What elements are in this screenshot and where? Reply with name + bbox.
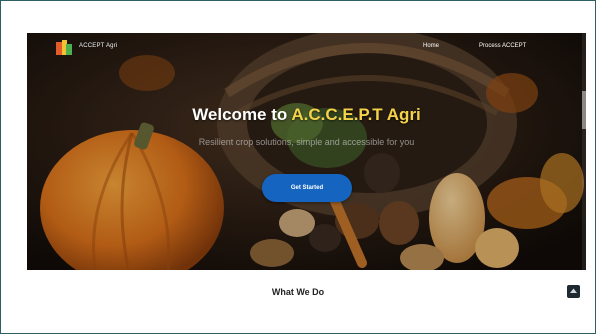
scrollbar-track[interactable] [582, 33, 586, 270]
back-to-top-button[interactable] [567, 285, 580, 298]
section-title-what-we-do: What We Do [271, 287, 325, 297]
top-navbar: ACCEPT Agri Home Process ACCEPT [27, 33, 586, 59]
nav-link-home[interactable]: Home [423, 43, 439, 49]
arrow-up-icon [570, 288, 577, 293]
hero-subtitle: Resilient crop solutions, simple and acc… [198, 137, 415, 147]
scrollbar-thumb[interactable] [582, 91, 586, 129]
accept-logo-icon[interactable] [56, 40, 72, 55]
hero-title-prefix: Welcome to [192, 105, 292, 124]
get-started-button[interactable]: Get Started [262, 174, 352, 202]
page-frame: ACCEPT Agri Home Process ACCEPT Welcome … [0, 0, 596, 334]
hero-title: Welcome to A.C.C.E.P.T Agri [27, 105, 586, 125]
nav-link-process-accept[interactable]: Process ACCEPT [479, 43, 526, 49]
hero-background-image [27, 33, 586, 270]
brand-name[interactable]: ACCEPT Agri [79, 43, 117, 49]
hero-section: ACCEPT Agri Home Process ACCEPT Welcome … [27, 33, 586, 270]
hero-title-highlight: A.C.C.E.P.T Agri [291, 105, 421, 124]
